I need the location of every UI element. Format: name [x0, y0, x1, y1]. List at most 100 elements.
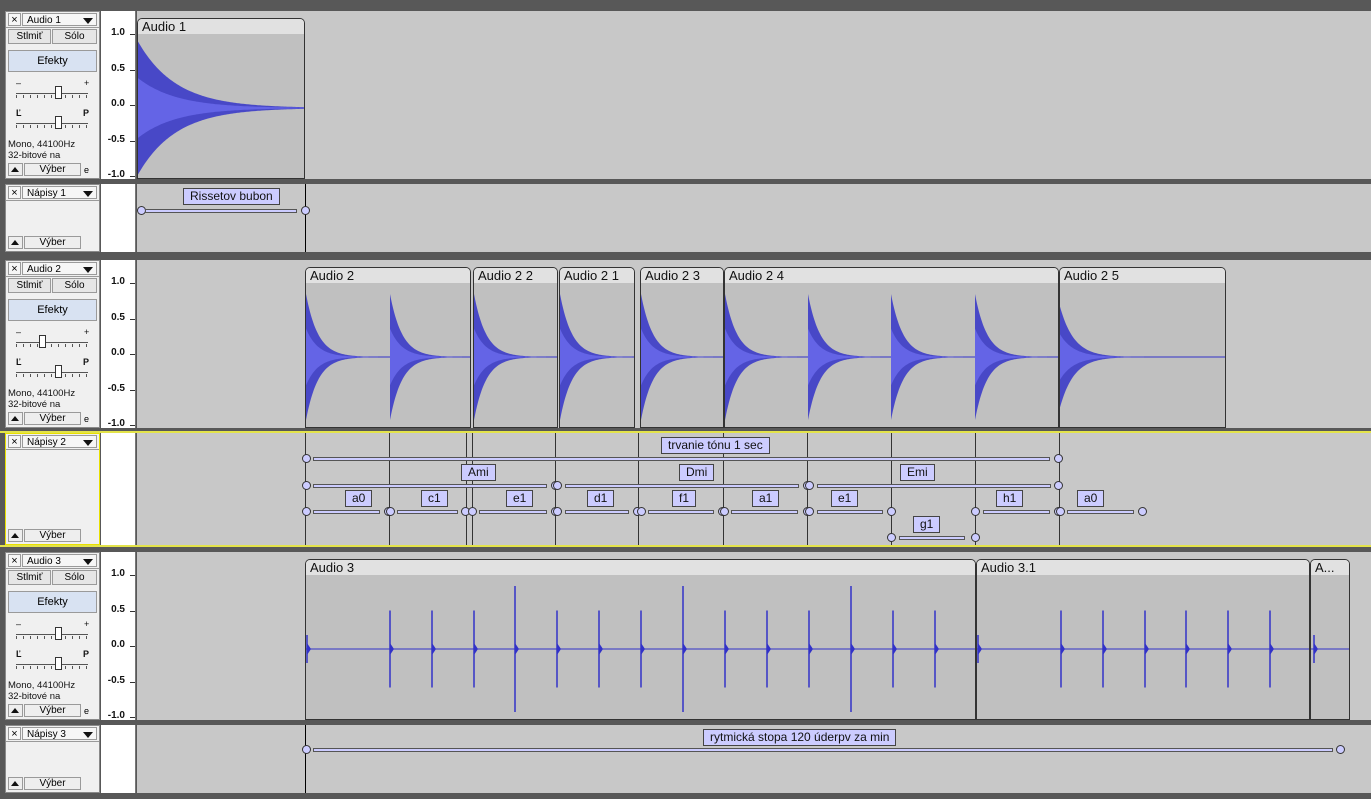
- label-span[interactable]: [145, 209, 297, 213]
- label-text[interactable]: c1: [421, 490, 448, 507]
- audio-clip[interactable]: Audio 1: [137, 18, 305, 179]
- label-start-handle[interactable]: [971, 507, 980, 516]
- label-text[interactable]: f1: [672, 490, 697, 507]
- label-start-handle[interactable]: [468, 507, 477, 516]
- label-lane[interactable]: trvanie tónu 1 sec Ami Dmi Emi a0 c1 e1 …: [137, 433, 1371, 545]
- label-span[interactable]: [565, 510, 629, 514]
- audio-clip[interactable]: Audio 3.1: [976, 559, 1310, 720]
- label-start-handle[interactable]: [887, 533, 896, 542]
- audio-lane[interactable]: Audio 2 Audio 2 2 Audio 2 1 Audio 2 3 Au…: [137, 260, 1371, 428]
- label-start-handle[interactable]: [302, 454, 311, 463]
- label-span[interactable]: [313, 457, 1050, 461]
- label-text[interactable]: e1: [506, 490, 534, 507]
- select-button[interactable]: Výber: [24, 777, 81, 790]
- gain-slider[interactable]: [16, 335, 88, 348]
- label-start-handle[interactable]: [553, 481, 562, 490]
- label-end-handle[interactable]: [301, 206, 310, 215]
- pan-slider[interactable]: [16, 657, 88, 670]
- label-end-handle[interactable]: [1054, 454, 1063, 463]
- audio-clip[interactable]: Audio 2: [305, 267, 471, 428]
- label-span[interactable]: [313, 748, 1333, 752]
- label-start-handle[interactable]: [805, 507, 814, 516]
- select-button[interactable]: Výber: [24, 236, 81, 249]
- label-end-handle[interactable]: [1054, 481, 1063, 490]
- collapse-icon[interactable]: [8, 163, 23, 176]
- collapse-icon[interactable]: [8, 777, 23, 790]
- label-span[interactable]: [313, 510, 380, 514]
- label-text[interactable]: e1: [831, 490, 859, 507]
- label-end-handle[interactable]: [887, 507, 896, 516]
- collapse-icon[interactable]: [8, 704, 23, 717]
- slider-thumb[interactable]: [55, 86, 62, 99]
- slider-thumb[interactable]: [55, 365, 62, 378]
- effects-button[interactable]: Efekty: [8, 50, 97, 72]
- label-start-handle[interactable]: [553, 507, 562, 516]
- audio-clip[interactable]: A...: [1310, 559, 1350, 720]
- label-span[interactable]: [397, 510, 458, 514]
- solo-button[interactable]: Sólo: [52, 570, 97, 585]
- collapse-icon[interactable]: [8, 529, 23, 542]
- label-text[interactable]: a0: [345, 490, 373, 507]
- label-text[interactable]: rytmická stopa 120 úderpv za min: [703, 729, 897, 746]
- label-end-handle[interactable]: [1336, 745, 1345, 754]
- label-span[interactable]: [479, 510, 547, 514]
- label-span[interactable]: [565, 484, 799, 488]
- label-start-handle[interactable]: [386, 507, 395, 516]
- label-span[interactable]: [648, 510, 714, 514]
- label-start-handle[interactable]: [805, 481, 814, 490]
- label-start-handle[interactable]: [637, 507, 646, 516]
- pan-slider[interactable]: [16, 365, 88, 378]
- label-span[interactable]: [817, 484, 1051, 488]
- close-track-button[interactable]: ×: [8, 262, 21, 275]
- label-lane[interactable]: Rissetov bubon: [137, 184, 1371, 252]
- label-start-handle[interactable]: [1056, 507, 1065, 516]
- label-span[interactable]: [899, 536, 965, 540]
- label-text[interactable]: g1: [913, 516, 941, 533]
- slider-thumb[interactable]: [55, 657, 62, 670]
- label-text[interactable]: Dmi: [679, 464, 715, 481]
- audio-clip[interactable]: Audio 3: [305, 559, 976, 720]
- audio-lane[interactable]: Audio 3 Audio 3.1 A...: [137, 552, 1371, 720]
- track-name-menu[interactable]: Audio 2: [22, 262, 97, 275]
- audio-clip[interactable]: Audio 2 2: [473, 267, 558, 428]
- label-lane[interactable]: rytmická stopa 120 úderpv za min: [137, 725, 1371, 793]
- slider-thumb[interactable]: [55, 627, 62, 640]
- label-text[interactable]: Rissetov bubon: [183, 188, 280, 205]
- pan-slider[interactable]: [16, 116, 88, 129]
- select-button[interactable]: Výber: [24, 412, 81, 425]
- label-start-handle[interactable]: [302, 481, 311, 490]
- label-text[interactable]: Ami: [461, 464, 496, 481]
- collapse-icon[interactable]: [8, 412, 23, 425]
- label-text[interactable]: a1: [752, 490, 780, 507]
- track-name-menu[interactable]: Audio 1: [22, 13, 97, 26]
- solo-button[interactable]: Sólo: [52, 278, 97, 293]
- label-end-handle[interactable]: [1138, 507, 1147, 516]
- close-track-button[interactable]: ×: [8, 186, 21, 199]
- select-button[interactable]: Výber: [24, 163, 81, 176]
- collapse-icon[interactable]: [8, 236, 23, 249]
- label-span[interactable]: [1067, 510, 1134, 514]
- audio-clip[interactable]: Audio 2 5: [1059, 267, 1226, 428]
- close-track-button[interactable]: ×: [8, 554, 21, 567]
- mute-button[interactable]: Stlmiť: [8, 570, 51, 585]
- label-text[interactable]: h1: [996, 490, 1024, 507]
- track-name-menu[interactable]: Nápisy 1: [22, 186, 97, 199]
- label-span[interactable]: [983, 510, 1050, 514]
- close-track-button[interactable]: ×: [8, 13, 21, 26]
- effects-button[interactable]: Efekty: [8, 591, 97, 613]
- track-name-menu[interactable]: Nápisy 3: [22, 727, 97, 740]
- slider-thumb[interactable]: [55, 116, 62, 129]
- label-span[interactable]: [817, 510, 883, 514]
- label-text[interactable]: d1: [587, 490, 615, 507]
- solo-button[interactable]: Sólo: [52, 29, 97, 44]
- label-span[interactable]: [313, 484, 547, 488]
- mute-button[interactable]: Stlmiť: [8, 29, 51, 44]
- track-name-menu[interactable]: Nápisy 2: [22, 435, 97, 448]
- gain-slider[interactable]: [16, 86, 88, 99]
- audio-clip[interactable]: Audio 2 4: [724, 267, 1059, 428]
- gain-slider[interactable]: [16, 627, 88, 640]
- mute-button[interactable]: Stlmiť: [8, 278, 51, 293]
- label-start-handle[interactable]: [302, 507, 311, 516]
- slider-thumb[interactable]: [38, 335, 46, 348]
- label-start-handle[interactable]: [302, 745, 311, 754]
